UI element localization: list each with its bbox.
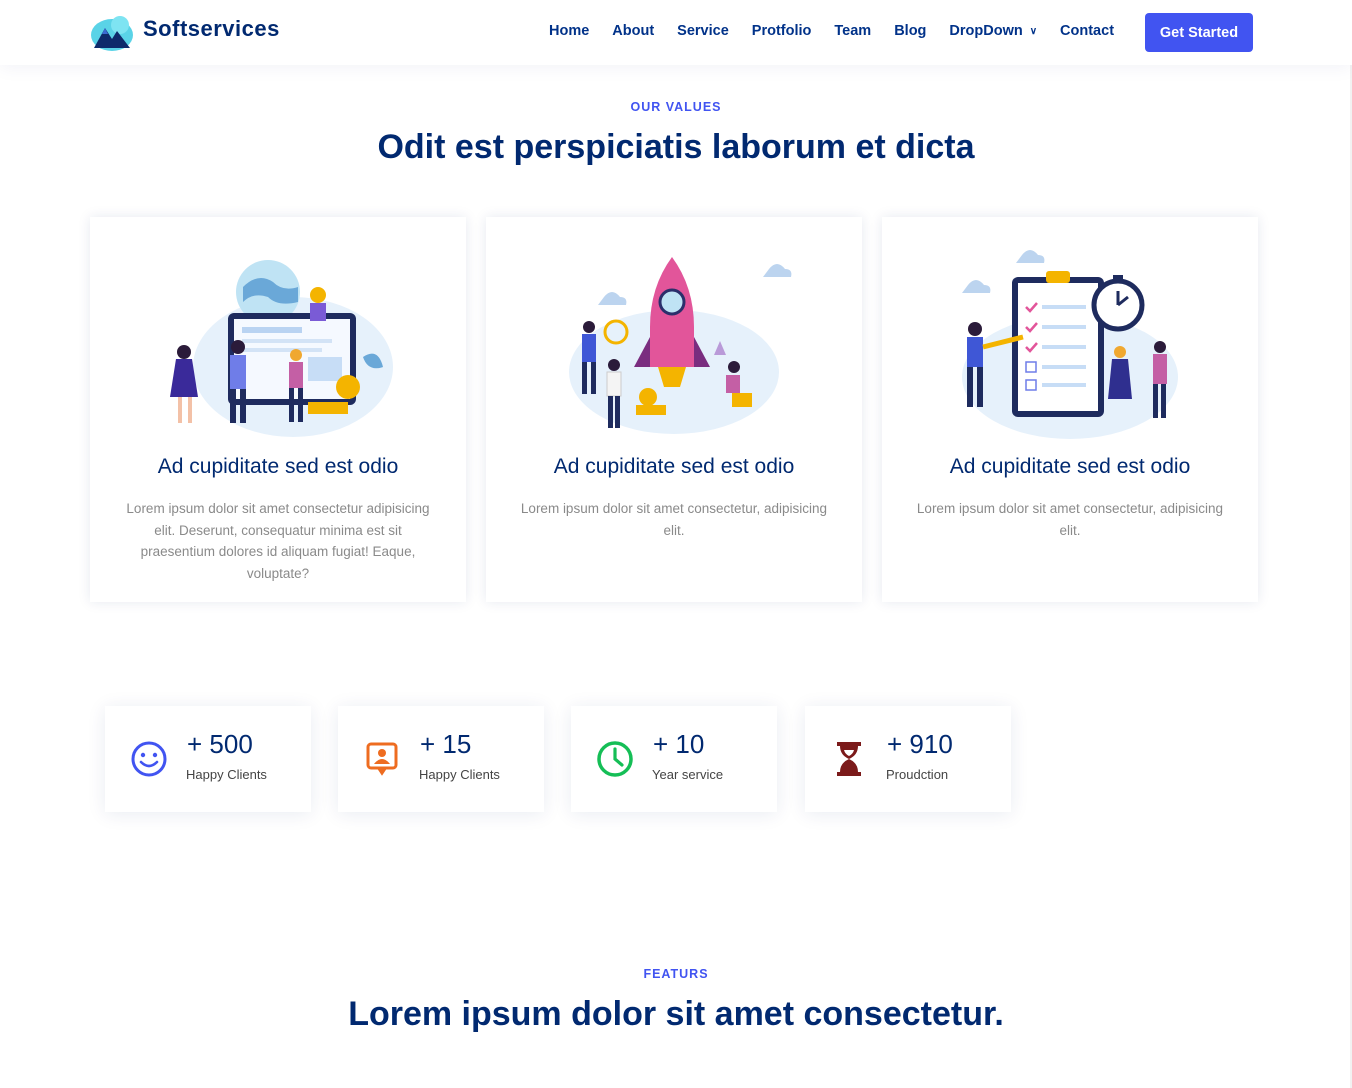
nav-dropdown[interactable]: DropDown ∨: [949, 23, 1037, 39]
brand-logo[interactable]: Softservices: [90, 14, 280, 52]
counter-label: Happy Clients: [419, 767, 500, 782]
counter-box-2: + 15 Happy Clients: [338, 706, 544, 812]
rocket-launch-illustration: [554, 247, 794, 447]
features-kicker: FEATURS: [643, 967, 709, 981]
value-card-title: Ad cupiditate sed est odio: [553, 455, 795, 478]
counter-box-3: + 10 Year service: [571, 706, 777, 812]
smiley-icon: [129, 739, 169, 779]
clock-icon: [595, 739, 635, 779]
counter-box-1: + 500 Happy Clients: [105, 706, 311, 812]
values-kicker: OUR VALUES: [630, 100, 722, 114]
value-card-text: Lorem ipsum dolor sit amet consectetur a…: [126, 501, 430, 581]
counter-value: + 15: [420, 729, 472, 759]
nav-service[interactable]: Service: [677, 23, 729, 39]
counter-label: Year service: [652, 767, 724, 782]
nav-portfolio[interactable]: Protfolio: [752, 23, 812, 39]
value-card-3: Ad cupiditate sed est odio Lorem ipsum d…: [882, 217, 1258, 602]
get-started-button[interactable]: Get Started: [1145, 13, 1253, 52]
nav-about[interactable]: About: [612, 23, 654, 39]
counter-value: + 500: [187, 729, 253, 759]
counter-label: Happy Clients: [186, 767, 267, 782]
value-card-text: Lorem ipsum dolor sit amet consectetur, …: [520, 501, 828, 538]
team-globe-dashboard-illustration: [158, 247, 398, 447]
brand-name: Softservices: [143, 16, 280, 41]
value-card-title: Ad cupiditate sed est odio: [949, 455, 1191, 478]
value-card-1: Ad cupiditate sed est odio Lorem ipsum d…: [90, 217, 466, 602]
value-card-text: Lorem ipsum dolor sit amet consectetur, …: [916, 501, 1224, 538]
nav-dropdown-label: DropDown: [949, 23, 1023, 39]
main-nav: Home About Service Protfolio Team Blog D…: [549, 23, 1137, 39]
counter-value: + 910: [887, 729, 953, 759]
nav-contact[interactable]: Contact: [1060, 23, 1114, 39]
mountain-logo-icon: [90, 14, 134, 52]
value-card-title: Ad cupiditate sed est odio: [157, 455, 399, 478]
value-card-2: Ad cupiditate sed est odio Lorem ipsum d…: [486, 217, 862, 602]
values-title: Odit est perspiciatis laborum et dicta: [377, 128, 975, 166]
nav-home[interactable]: Home: [549, 23, 589, 39]
nav-team[interactable]: Team: [834, 23, 871, 39]
checklist-clock-illustration: [950, 247, 1190, 447]
counter-box-4: + 910 Proudction: [805, 706, 1011, 812]
nav-blog[interactable]: Blog: [894, 23, 926, 39]
hourglass-icon: [829, 739, 869, 779]
site-header: Softservices Home About Service Protfoli…: [0, 0, 1352, 65]
counter-value: + 10: [653, 729, 705, 759]
person-badge-icon: [362, 739, 402, 779]
features-title: Lorem ipsum dolor sit amet consectetur.: [348, 995, 1004, 1033]
chevron-down-icon: ∨: [1029, 25, 1038, 37]
counter-label: Proudction: [886, 767, 949, 782]
